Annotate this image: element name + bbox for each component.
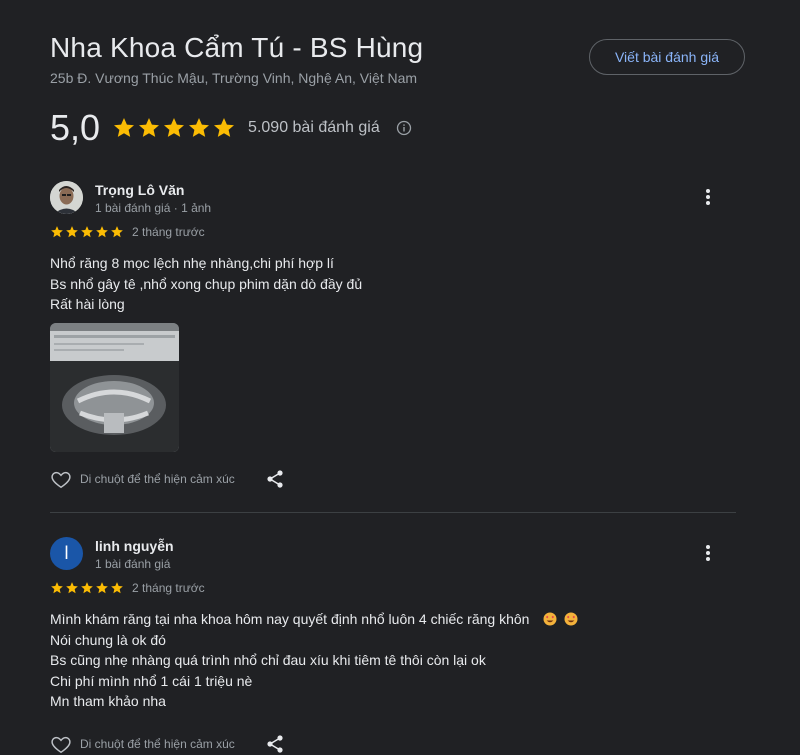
info-icon[interactable] — [396, 120, 412, 136]
review-item: Trọng Lô Văn 1 bài đánh giá · 1 ảnh 2 th… — [50, 181, 736, 501]
star-icon — [111, 582, 123, 594]
more-options-icon[interactable] — [698, 543, 718, 563]
rating-stars — [112, 116, 236, 140]
star-icon — [189, 118, 210, 137]
avatar[interactable] — [50, 181, 83, 214]
review-count: 5.090 bài đánh giá — [248, 119, 380, 136]
smiling-face-with-heart-eyes-icon — [543, 612, 557, 626]
review-rating: 2 tháng trước — [50, 225, 205, 239]
review-time: 2 tháng trước — [132, 225, 205, 239]
star-icon — [51, 226, 63, 238]
reviewer-name[interactable]: linh nguyễn — [95, 538, 174, 554]
star-icon — [96, 582, 108, 594]
react-hint: Di chuột để thể hiện cảm xúc — [80, 737, 235, 751]
star-icon — [81, 226, 93, 238]
rating-value: 5,0 — [50, 107, 101, 148]
review-actions: Di chuột để thể hiện cảm xúc — [50, 733, 285, 755]
share-icon[interactable] — [265, 734, 285, 754]
react-hint: Di chuột để thể hiện cảm xúc — [80, 472, 235, 486]
review-text: Mình khám răng tại nha khoa hôm nay quyế… — [50, 609, 529, 712]
review-actions: Di chuột để thể hiện cảm xúc — [50, 468, 285, 490]
star-icon — [139, 118, 160, 137]
avatar[interactable]: l — [50, 537, 83, 570]
smiling-face-with-heart-eyes-icon — [564, 612, 578, 626]
review-time: 2 tháng trước — [132, 581, 205, 595]
star-icon — [114, 118, 135, 137]
more-options-icon[interactable] — [698, 187, 718, 207]
star-icon — [111, 226, 123, 238]
write-review-button[interactable]: Viết bài đánh giá — [589, 39, 745, 75]
review-photo[interactable] — [50, 323, 179, 452]
star-icon — [51, 582, 63, 594]
star-icon — [66, 582, 78, 594]
review-text-body: Mình khám răng tại nha khoa hôm nay quyế… — [50, 611, 530, 709]
reviewer-meta: 1 bài đánh giá — [95, 557, 171, 571]
review-item: l linh nguyễn 1 bài đánh giá 2 tháng trư… — [50, 537, 736, 754]
review-rating: 2 tháng trước — [50, 581, 205, 595]
share-icon[interactable] — [265, 469, 285, 489]
star-icon — [66, 226, 78, 238]
business-name: Nha Khoa Cẩm Tú - BS Hùng — [50, 32, 424, 63]
reviewer-meta: 1 bài đánh giá · 1 ảnh — [95, 201, 212, 215]
star-icon — [96, 226, 108, 238]
star-icon — [214, 118, 235, 137]
business-address: 25b Đ. Vương Thúc Mậu, Trường Vinh, Nghệ… — [50, 70, 418, 86]
overall-rating: 5,0 5.090 bài đánh giá — [50, 106, 412, 150]
heart-icon[interactable] — [50, 468, 72, 490]
star-icon — [164, 118, 185, 137]
reviewer-name[interactable]: Trọng Lô Văn — [95, 182, 184, 198]
heart-icon[interactable] — [50, 733, 72, 755]
divider — [50, 512, 736, 513]
star-icon — [81, 582, 93, 594]
review-text: Nhổ răng 8 mọc lệch nhẹ nhàng,chi phí hợ… — [50, 255, 363, 312]
